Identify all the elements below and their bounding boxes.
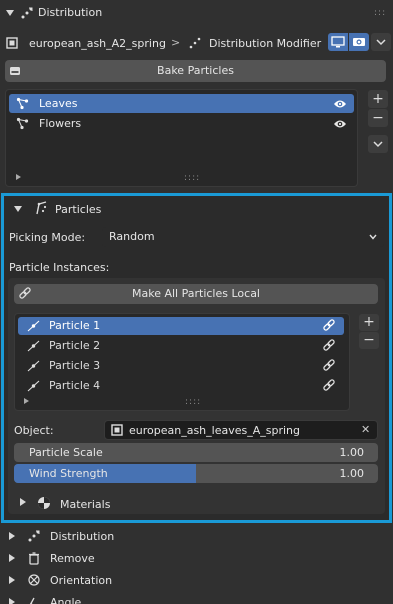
particle-list-item[interactable]: Particle 1 — [18, 317, 344, 335]
section-label: Angle — [50, 596, 82, 604]
modifier-icon — [189, 37, 201, 49]
chevron-down-icon — [376, 39, 386, 46]
picking-mode-dropdown[interactable]: Random — [102, 227, 384, 247]
breadcrumb-separator: > — [171, 36, 181, 49]
section-orientation[interactable]: Orientation — [0, 570, 393, 591]
system-label: Flowers — [39, 117, 82, 130]
expand-arrow-icon[interactable] — [9, 554, 15, 562]
section-label: Distribution — [50, 530, 115, 543]
particle-list-grip[interactable]: :::: — [185, 397, 201, 407]
modifier-menu-button[interactable] — [371, 33, 391, 51]
make-local-button[interactable]: Make All Particles Local — [14, 284, 378, 304]
add-particle-button[interactable]: + — [359, 314, 379, 331]
particle-list-item[interactable]: Particle 4 — [18, 377, 344, 395]
expand-arrow-icon[interactable] — [9, 532, 15, 540]
distribution-icon — [20, 6, 34, 20]
particle-system-icon — [16, 97, 29, 110]
particle-label: Particle 2 — [49, 339, 101, 352]
chevron-down-icon — [368, 232, 378, 242]
particle-system-icon — [16, 117, 29, 130]
expand-arrow-icon[interactable] — [9, 576, 15, 584]
particle-list-item[interactable]: Particle 2 — [18, 337, 344, 355]
section-label: Orientation — [50, 574, 113, 587]
system-row-leaves[interactable]: Leaves — [9, 94, 354, 113]
remove-particle-button[interactable]: − — [359, 332, 379, 349]
particles-header[interactable]: Particles — [4, 196, 389, 222]
distribution-icon — [27, 529, 41, 543]
object-label: Object: — [14, 424, 54, 437]
eye-icon[interactable] — [333, 98, 347, 110]
link-icon[interactable] — [322, 339, 336, 353]
panel-grip[interactable]: ::: — [374, 8, 386, 18]
modifier-name[interactable]: Distribution Modifier — [209, 37, 321, 50]
particles-title: Particles — [55, 203, 102, 216]
realtime-display-toggle[interactable] — [328, 33, 348, 51]
particle-list-item[interactable]: Particle 3 — [18, 357, 344, 375]
add-system-button[interactable]: + — [368, 90, 388, 108]
object-icon — [111, 424, 123, 436]
picking-mode-value: Random — [109, 230, 155, 243]
particle-icon — [27, 360, 40, 372]
particle-instances-label: Particle Instances: — [9, 261, 110, 274]
systems-menu-button[interactable] — [368, 135, 388, 153]
materials-label: Materials — [60, 498, 111, 511]
particles-icon — [34, 201, 48, 215]
monitor-icon — [331, 36, 345, 48]
bake-particles-button[interactable]: Bake Particles — [5, 60, 386, 82]
section-remove[interactable]: Remove — [0, 548, 393, 569]
trash-icon — [27, 551, 41, 565]
particle-icon — [27, 320, 40, 332]
section-angle[interactable]: Angle — [0, 592, 393, 604]
object-icon — [6, 37, 18, 49]
wind-strength-slider[interactable]: Wind Strength 1.00 — [14, 464, 378, 483]
picking-mode-label: Picking Mode: — [9, 231, 86, 244]
particle-scale-label: Particle Scale — [29, 446, 103, 459]
expand-arrow-icon[interactable] — [9, 598, 15, 604]
system-label: Leaves — [39, 97, 78, 110]
bake-label: Bake Particles — [157, 64, 234, 77]
systems-list-grip[interactable]: :::: — [184, 173, 200, 183]
filter-arrow-icon[interactable] — [24, 398, 29, 404]
angle-icon — [27, 595, 41, 604]
particle-label: Particle 3 — [49, 359, 101, 372]
object-name[interactable]: european_ash_A2_spring — [29, 37, 166, 50]
panel-header[interactable]: Distribution ::: — [0, 0, 393, 26]
make-local-label: Make All Particles Local — [132, 287, 260, 300]
eye-icon[interactable] — [333, 118, 347, 130]
section-distribution[interactable]: Distribution — [0, 526, 393, 547]
link-icon[interactable] — [322, 319, 336, 333]
particle-label: Particle 1 — [49, 319, 101, 332]
collapse-arrow-icon[interactable] — [14, 206, 22, 212]
chevron-down-icon — [373, 141, 383, 148]
particle-scale-slider[interactable]: Particle Scale 1.00 — [14, 443, 378, 462]
link-icon[interactable] — [322, 359, 336, 373]
particle-icon — [27, 380, 40, 392]
expand-arrow-icon[interactable] — [20, 498, 26, 506]
wind-strength-label: Wind Strength — [29, 467, 108, 480]
material-icon — [37, 496, 51, 510]
link-icon[interactable] — [322, 379, 336, 393]
particle-icon — [27, 340, 40, 352]
particle-scale-value: 1.00 — [339, 446, 365, 459]
section-label: Remove — [50, 552, 95, 565]
panel-title: Distribution — [38, 6, 103, 19]
camera-icon — [353, 38, 365, 46]
modifier-header: european_ash_A2_spring > Distribution Mo… — [0, 32, 393, 54]
filter-arrow-icon[interactable] — [16, 174, 21, 180]
materials-subpanel[interactable]: Materials — [14, 493, 378, 513]
particle-label: Particle 4 — [49, 379, 101, 392]
object-field[interactable]: european_ash_leaves_A_spring ✕ — [104, 420, 378, 440]
remove-system-button[interactable]: − — [368, 109, 388, 127]
orientation-icon — [27, 573, 41, 587]
clear-icon[interactable]: ✕ — [361, 423, 370, 436]
wind-strength-value: 1.00 — [339, 467, 365, 480]
object-value: european_ash_leaves_A_spring — [129, 424, 300, 437]
system-row-flowers[interactable]: Flowers — [9, 114, 354, 133]
render-toggle[interactable] — [349, 33, 369, 51]
collapse-arrow-icon[interactable] — [6, 10, 14, 16]
